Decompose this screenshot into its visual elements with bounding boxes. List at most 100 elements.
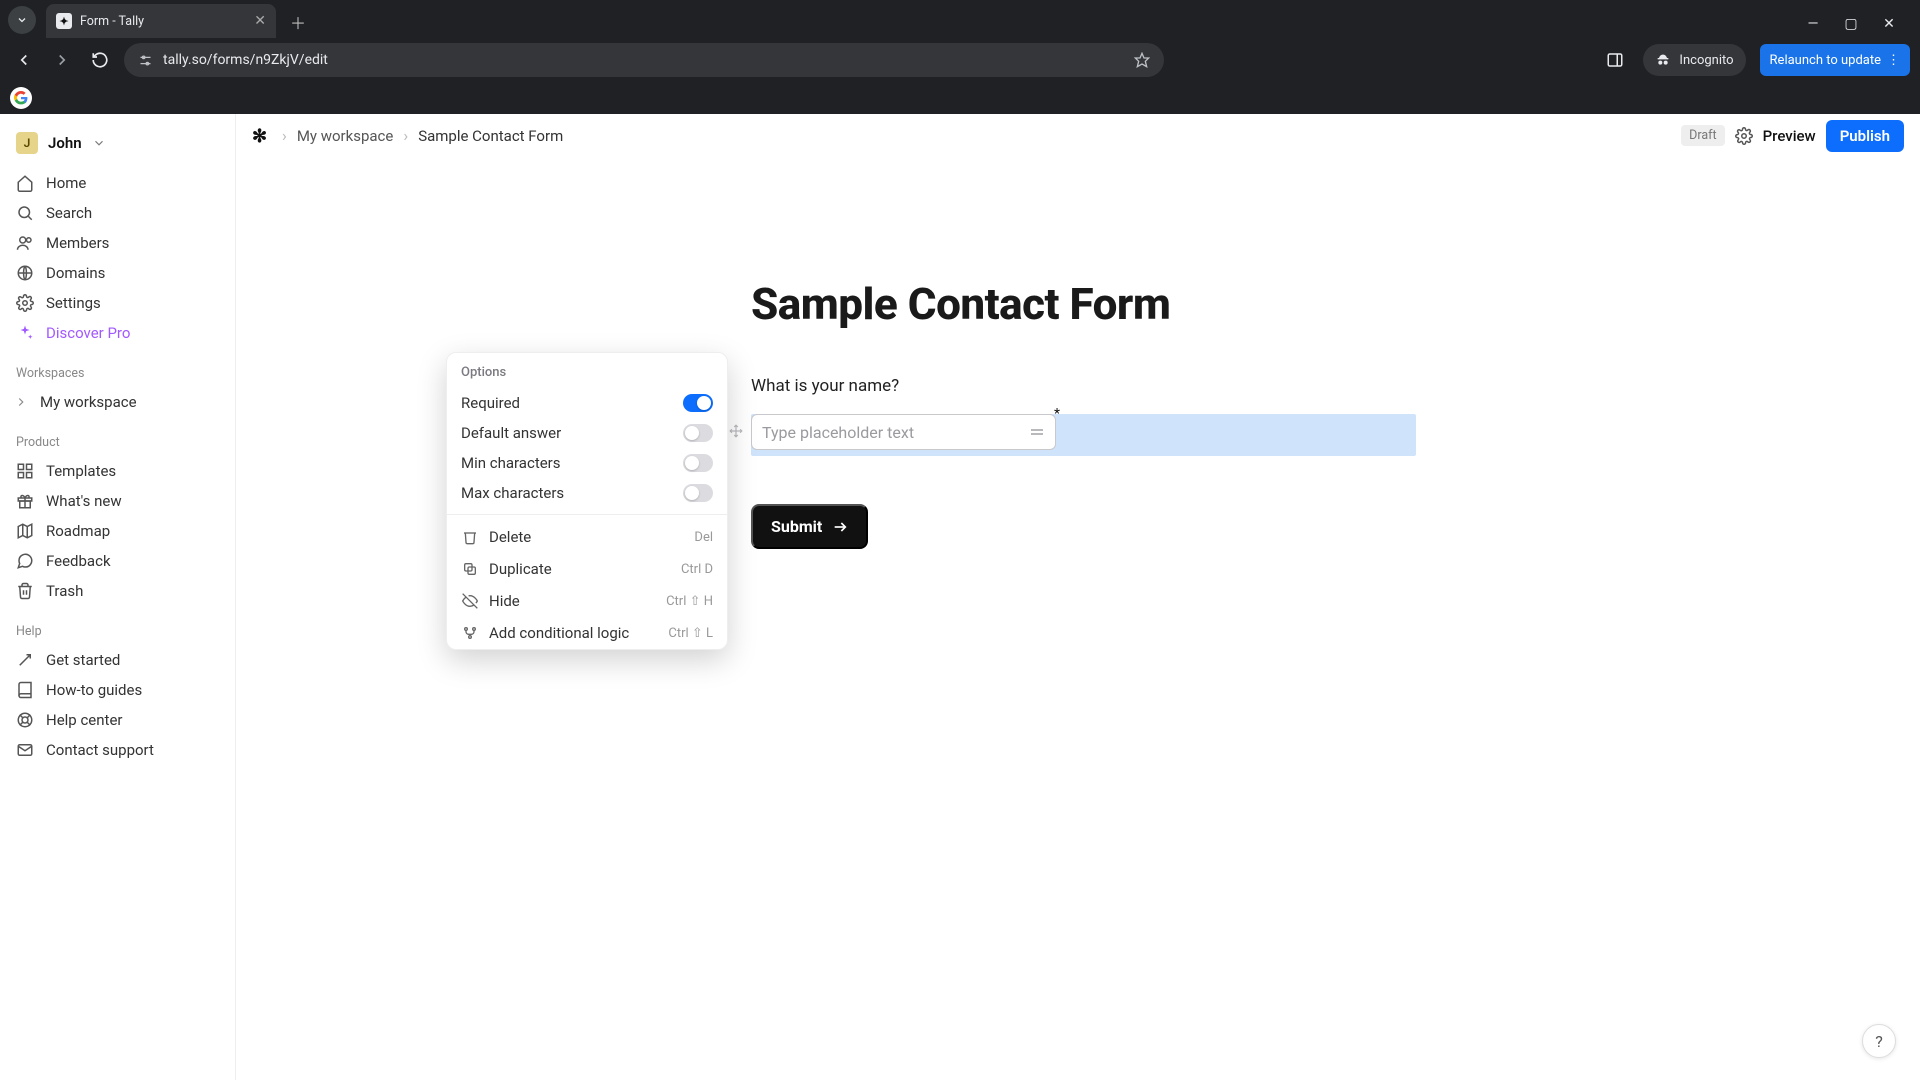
action-conditional-logic[interactable]: Add conditional logic Ctrl ⇧ L (447, 617, 727, 649)
reload-button[interactable] (86, 46, 114, 74)
bookmark-star-icon[interactable] (1134, 52, 1150, 68)
action-duplicate[interactable]: Duplicate Ctrl D (447, 553, 727, 585)
home-icon (16, 174, 34, 192)
sidebar-item-domains[interactable]: Domains (0, 258, 235, 288)
option-max-characters[interactable]: Max characters (447, 478, 727, 508)
resize-handle-icon[interactable] (1029, 427, 1045, 437)
trash-icon (461, 529, 479, 545)
sidebar: J John Home Search Members Domains Setti… (0, 114, 236, 1080)
submit-button[interactable]: Submit (751, 504, 868, 549)
sidebar-item-label: Contact support (46, 741, 154, 759)
site-settings-icon[interactable] (138, 53, 153, 68)
sidebar-item-discover-pro[interactable]: Discover Pro (0, 318, 235, 348)
sidebar-item-feedback[interactable]: Feedback (0, 546, 235, 576)
relaunch-button[interactable]: Relaunch to update ⋮ (1760, 44, 1910, 76)
sidebar-item-help-center[interactable]: Help center (0, 705, 235, 735)
option-min-characters[interactable]: Min characters (447, 448, 727, 478)
topbar: ✻ › My workspace › Sample Contact Form D… (236, 114, 1920, 158)
sidebar-item-label: Roadmap (46, 522, 110, 540)
maximize-icon[interactable]: ▢ (1842, 16, 1860, 32)
settings-gear-icon[interactable] (1735, 127, 1753, 145)
sidebar-item-label: Feedback (46, 552, 111, 570)
action-label: Hide (489, 592, 520, 610)
option-label: Max characters (461, 484, 564, 502)
new-tab-button[interactable]: ＋ (280, 10, 316, 34)
bookmarks-bar (0, 82, 1920, 114)
tab-favicon-icon: ✦ (56, 13, 72, 29)
sidebar-item-get-started[interactable]: Get started (0, 645, 235, 675)
chat-icon (16, 552, 34, 570)
gear-icon (16, 294, 34, 312)
browser-tab[interactable]: ✦ Form - Tally ✕ (46, 4, 276, 38)
sidebar-item-search[interactable]: Search (0, 198, 235, 228)
publish-button[interactable]: Publish (1826, 120, 1904, 152)
sidebar-item-contact[interactable]: Contact support (0, 735, 235, 765)
form-title[interactable]: Sample Contact Form (751, 278, 1421, 330)
map-icon (16, 522, 34, 540)
tab-search-icon[interactable] (8, 6, 36, 34)
preview-button[interactable]: Preview (1763, 127, 1816, 145)
sidebar-item-roadmap[interactable]: Roadmap (0, 516, 235, 546)
action-shortcut: Ctrl ⇧ H (666, 594, 713, 609)
workspace-name: My workspace (40, 393, 137, 411)
sidebar-item-templates[interactable]: Templates (0, 456, 235, 486)
toggle-min-characters[interactable] (683, 454, 713, 472)
sidebar-item-home[interactable]: Home (0, 168, 235, 198)
sidebar-item-label: Trash (46, 582, 83, 600)
sidebar-item-members[interactable]: Members (0, 228, 235, 258)
copy-icon (461, 561, 479, 577)
sidebar-item-label: Discover Pro (46, 324, 130, 342)
workspace-item[interactable]: My workspace (0, 387, 235, 417)
sidebar-item-trash[interactable]: Trash (0, 576, 235, 606)
members-icon (16, 234, 34, 252)
sidebar-item-label: Get started (46, 651, 120, 669)
popover-header: Options (447, 353, 727, 388)
sidebar-item-label: Help center (46, 711, 122, 729)
form-canvas: Sample Contact Form What is your name? *… (236, 158, 1920, 1080)
action-hide[interactable]: Hide Ctrl ⇧ H (447, 585, 727, 617)
help-bubble[interactable]: ? (1862, 1024, 1896, 1058)
address-bar: tally.so/forms/n9ZkjV/edit Incognito Rel… (0, 38, 1920, 82)
more-icon: ⋮ (1887, 53, 1900, 68)
input-block: * Type placeholder text (751, 414, 1421, 450)
sidebar-item-label: How-to guides (46, 681, 142, 699)
close-window-icon[interactable]: ✕ (1880, 16, 1898, 32)
toggle-max-characters[interactable] (683, 484, 713, 502)
action-delete[interactable]: Delete Del (447, 521, 727, 553)
question-label[interactable]: What is your name? (751, 376, 1421, 396)
option-required[interactable]: Required (447, 388, 727, 418)
option-label: Required (461, 394, 520, 412)
tally-logo-icon[interactable]: ✻ (252, 126, 272, 146)
action-label: Delete (489, 528, 531, 546)
submit-label: Submit (771, 517, 822, 536)
sidebar-item-label: Domains (46, 264, 105, 282)
action-shortcut: Del (694, 530, 713, 545)
sidebar-item-label: Search (46, 204, 92, 222)
mail-icon (16, 741, 34, 759)
url-box[interactable]: tally.so/forms/n9ZkjV/edit (124, 43, 1164, 77)
toggle-default-answer[interactable] (683, 424, 713, 442)
back-button[interactable] (10, 46, 38, 74)
url-text: tally.so/forms/n9ZkjV/edit (163, 52, 328, 68)
forward-button[interactable] (48, 46, 76, 74)
sidebar-item-whats-new[interactable]: What's new (0, 486, 235, 516)
gift-icon (16, 492, 34, 510)
sidebar-item-settings[interactable]: Settings (0, 288, 235, 318)
side-panel-icon[interactable] (1601, 46, 1629, 74)
breadcrumb-workspace[interactable]: My workspace (297, 127, 394, 145)
incognito-chip[interactable]: Incognito (1643, 44, 1745, 76)
breadcrumb-sep: › (282, 126, 287, 145)
action-label: Duplicate (489, 560, 552, 578)
option-default-answer[interactable]: Default answer (447, 418, 727, 448)
minimize-icon[interactable]: — (1804, 16, 1822, 32)
sidebar-item-how-to[interactable]: How-to guides (0, 675, 235, 705)
user-menu[interactable]: J John (0, 126, 235, 168)
browser-chrome: ✦ Form - Tally ✕ ＋ — ▢ ✕ tally.so/forms/… (0, 0, 1920, 114)
tab-close-icon[interactable]: ✕ (254, 13, 266, 29)
toggle-required[interactable] (683, 394, 713, 412)
tab-strip: ✦ Form - Tally ✕ ＋ — ▢ ✕ (0, 0, 1920, 38)
placeholder-input[interactable]: Type placeholder text (751, 414, 1056, 450)
google-shortcut-icon[interactable] (10, 87, 32, 109)
drag-handle-icon[interactable] (729, 424, 743, 438)
breadcrumb-form[interactable]: Sample Contact Form (418, 127, 563, 145)
